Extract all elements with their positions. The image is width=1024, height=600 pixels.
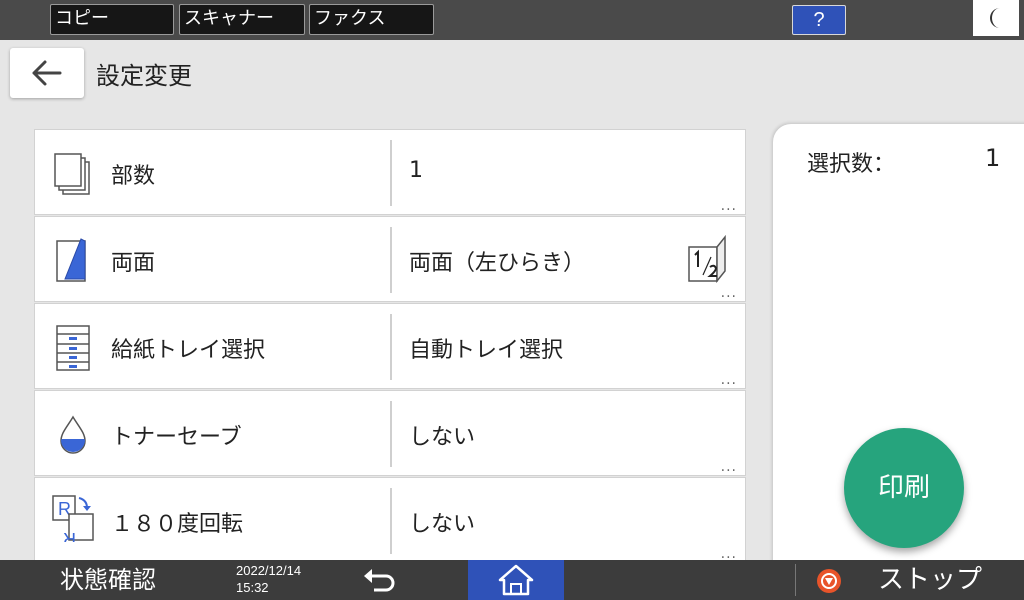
date-text: 2022/12/14 xyxy=(236,563,302,578)
setting-label: 両面 xyxy=(111,251,156,276)
time-text: 15:32 xyxy=(236,580,269,595)
duplex-icon xyxy=(56,238,86,282)
return-button[interactable] xyxy=(356,564,404,596)
setting-value: 1 xyxy=(409,158,423,183)
setting-label: トナーセーブ xyxy=(111,425,242,450)
setting-label: １８０度回転 xyxy=(111,512,244,537)
more-options-indicator: ... xyxy=(720,285,737,301)
setting-row-toner-save[interactable]: トナーセーブ しない ... xyxy=(34,390,746,476)
back-button[interactable] xyxy=(10,48,84,98)
home-button[interactable] xyxy=(468,560,564,600)
rotate-180-icon: R R xyxy=(52,495,94,542)
paper-tray-icon xyxy=(56,325,90,371)
stop-icon xyxy=(817,569,841,593)
help-button[interactable]: ? xyxy=(792,5,846,35)
setting-label: 給紙トレイ選択 xyxy=(111,338,266,363)
setting-row-paper-tray[interactable]: 給紙トレイ選択 自動トレイ選択 ... xyxy=(34,303,746,389)
more-options-indicator: ... xyxy=(720,459,737,475)
setting-row-copies[interactable]: 部数 1 ... xyxy=(34,129,746,215)
print-button[interactable]: 印刷 xyxy=(844,428,964,548)
top-bar: コピー スキャナー ファクス ? xyxy=(0,0,1024,40)
tab-copy[interactable]: コピー xyxy=(50,4,174,35)
status-check-button[interactable]: 状態確認 xyxy=(60,562,156,598)
page-title: 設定変更 xyxy=(96,62,192,90)
stop-button[interactable]: ストップ xyxy=(878,562,982,598)
setting-value: しない xyxy=(409,425,476,450)
bottom-divider xyxy=(795,564,796,596)
row-divider xyxy=(390,401,392,467)
setting-row-rotate-180[interactable]: R R １８０度回転 しない ... xyxy=(34,477,746,560)
moon-icon xyxy=(990,8,1000,28)
setting-value: しない xyxy=(409,512,476,537)
tab-fax[interactable]: ファクス xyxy=(309,4,434,35)
more-options-indicator: ... xyxy=(720,198,737,214)
datetime: 2022/12/14 15:32 xyxy=(236,562,301,596)
home-icon xyxy=(498,564,534,596)
return-arrow-icon xyxy=(364,569,395,592)
row-divider xyxy=(390,227,392,293)
setting-value: 自動トレイ選択 xyxy=(409,338,564,363)
arrow-left-icon xyxy=(32,60,62,86)
row-divider xyxy=(390,314,392,380)
setting-row-duplex[interactable]: 両面 両面（左ひらき） ... xyxy=(34,216,746,302)
row-divider xyxy=(390,488,392,554)
tab-scanner[interactable]: スキャナー xyxy=(179,4,305,35)
energy-saver-button[interactable] xyxy=(973,0,1019,36)
setting-value: 両面（左ひらき） xyxy=(409,251,586,276)
more-options-indicator: ... xyxy=(720,372,737,388)
selection-count-value: 1 xyxy=(985,144,1001,172)
bottom-bar: 状態確認 2022/12/14 15:32 ストップ xyxy=(0,560,1024,600)
row-divider xyxy=(390,140,392,206)
duplex-left-binding-icon xyxy=(688,234,726,284)
toner-drop-icon xyxy=(60,415,86,454)
setting-label: 部数 xyxy=(111,164,156,189)
svg-text:R: R xyxy=(63,529,76,542)
copies-icon xyxy=(54,153,90,195)
selection-count-label: 選択数： xyxy=(807,152,896,177)
settings-list: 部数 1 ... 両面 両面（左ひらき） ... 給紙トレイ選択 自動トレイ選択… xyxy=(34,129,746,560)
more-options-indicator: ... xyxy=(720,546,737,560)
